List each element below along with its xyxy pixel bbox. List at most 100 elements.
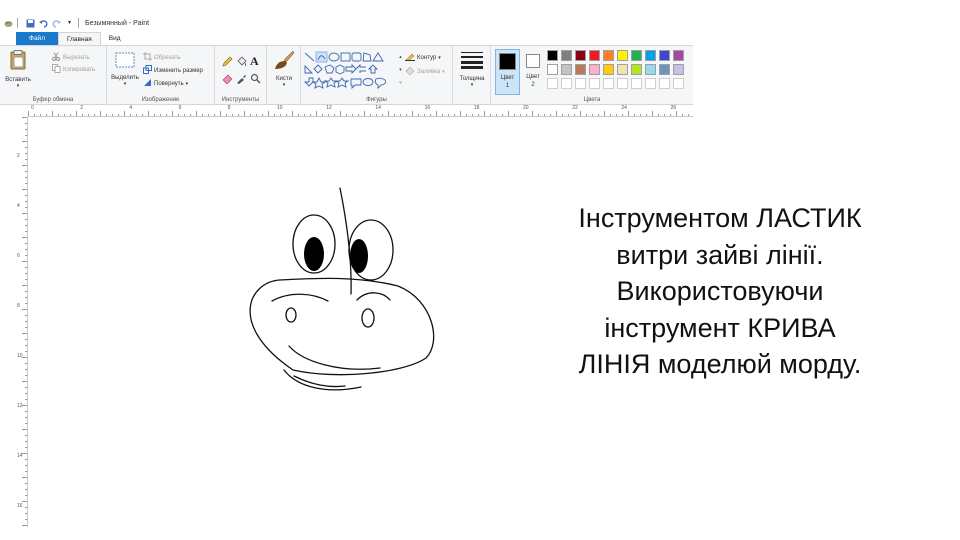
palette-color-swatch[interactable]	[645, 50, 656, 61]
brushes-dropdown-icon[interactable]: ▾	[283, 82, 286, 88]
ruler-tick	[514, 114, 515, 116]
rotate-dropdown-icon[interactable]: ▾	[186, 81, 189, 87]
palette-color-swatch[interactable]	[575, 64, 586, 75]
ruler-tick	[268, 111, 269, 116]
titlebar-separator	[17, 18, 18, 28]
resize-button[interactable]: Изменить размер	[143, 65, 203, 76]
custom-color-slot[interactable]	[617, 78, 628, 89]
right-nostril	[361, 308, 375, 328]
palette-color-swatch[interactable]	[617, 64, 628, 75]
ruler-tick	[334, 114, 335, 116]
cut-button[interactable]: Вырезать	[52, 52, 90, 63]
palette-color-swatch[interactable]	[561, 50, 572, 61]
palette-color-swatch[interactable]	[631, 64, 642, 75]
color-picker-icon[interactable]	[236, 73, 247, 84]
ruler-tick	[502, 114, 503, 116]
fill-dropdown-icon: ▾	[442, 68, 445, 75]
ruler-tick	[22, 381, 27, 382]
ruler-tick	[25, 387, 27, 388]
fill-button[interactable]: Заливка ▾	[405, 66, 445, 77]
ruler-tick	[25, 171, 27, 172]
tab-home[interactable]: Главная	[57, 32, 101, 45]
custom-color-slot[interactable]	[575, 78, 586, 89]
ruler-tick	[190, 114, 191, 116]
palette-color-swatch[interactable]	[673, 64, 684, 75]
palette-color-swatch[interactable]	[603, 50, 614, 61]
rotate-button[interactable]: Повернуть ▾	[143, 78, 188, 89]
outline-button[interactable]: Контур ▾	[405, 52, 441, 63]
ruler-tick-label: 4	[17, 203, 20, 209]
eraser-icon[interactable]	[222, 73, 233, 84]
select-button[interactable]: Выделить ▾	[109, 52, 141, 87]
custom-color-slot[interactable]	[561, 78, 572, 89]
ruler-tick	[25, 411, 27, 412]
caption-line: Інструментом ЛАСТИК	[578, 203, 862, 233]
copy-button[interactable]: Копировать	[52, 64, 95, 75]
ruler-tick	[442, 114, 443, 116]
crop-button[interactable]: Обрезать	[143, 52, 180, 63]
ruler-tick	[34, 114, 35, 116]
palette-color-swatch[interactable]	[659, 64, 670, 75]
brushes-button[interactable]: Кисти ▾	[270, 49, 298, 88]
clipboard-group-label: Буфер обмена	[32, 97, 74, 103]
palette-color-swatch[interactable]	[645, 64, 656, 75]
pencil-icon[interactable]	[222, 56, 233, 67]
size-dropdown-icon[interactable]: ▾	[471, 82, 474, 88]
palette-color-swatch[interactable]	[659, 50, 670, 61]
ruler-tick-label: 16	[424, 105, 431, 111]
size-button[interactable]: Толщина ▾	[456, 51, 488, 88]
ruler-tick	[25, 393, 27, 394]
ruler-tick	[244, 111, 245, 116]
custom-color-slot[interactable]	[645, 78, 656, 89]
ruler-tick	[22, 141, 27, 142]
shapes-scrollbar[interactable]: ▴ ▾ ▿	[398, 51, 403, 91]
palette-color-swatch[interactable]	[547, 50, 558, 61]
color1-swatch	[499, 53, 516, 70]
custom-color-slot[interactable]	[603, 78, 614, 89]
window-title: Безымянный - Paint	[85, 19, 150, 27]
ruler-tick	[25, 129, 27, 130]
ruler-tick	[670, 114, 671, 116]
shapes-gallery[interactable]	[303, 51, 398, 91]
titlebar-separator	[78, 18, 79, 28]
ruler-tick	[25, 483, 27, 484]
palette-color-swatch[interactable]	[617, 50, 628, 61]
color1-label: Цвет 1	[500, 75, 515, 89]
vertical-ruler: 2 4 6 8 10 12 14 16	[15, 117, 28, 527]
custom-color-slot[interactable]	[631, 78, 642, 89]
tab-file[interactable]: Файл	[16, 32, 58, 45]
palette-color-swatch[interactable]	[673, 50, 684, 61]
save-icon[interactable]	[26, 19, 35, 28]
magnifier-icon[interactable]	[250, 73, 261, 84]
ruler-tick	[25, 225, 27, 226]
custom-color-slot[interactable]	[673, 78, 684, 89]
color2-button[interactable]: Цвет 2	[522, 49, 544, 95]
palette-color-swatch[interactable]	[603, 64, 614, 75]
custom-color-slot[interactable]	[659, 78, 670, 89]
customize-toolbar-icon[interactable]: ▾	[65, 19, 74, 28]
palette-color-swatch[interactable]	[547, 64, 558, 75]
custom-color-slot[interactable]	[547, 78, 558, 89]
ruler-tick	[550, 114, 551, 116]
palette-color-swatch[interactable]	[631, 50, 642, 61]
select-dropdown-icon[interactable]: ▾	[124, 81, 127, 87]
custom-color-slot[interactable]	[589, 78, 600, 89]
palette-color-swatch[interactable]	[575, 50, 586, 61]
ruler-tick	[616, 114, 617, 116]
palette-color-swatch[interactable]	[589, 50, 600, 61]
ruler-tick	[25, 447, 27, 448]
color1-button[interactable]: Цвет 1	[495, 49, 520, 95]
ruler-tick	[562, 114, 563, 116]
fill-bucket-icon[interactable]	[236, 56, 247, 67]
redo-icon[interactable]	[52, 19, 61, 28]
undo-icon[interactable]	[39, 19, 48, 28]
ruler-tick	[184, 114, 185, 116]
palette-color-swatch[interactable]	[561, 64, 572, 75]
palette-color-swatch[interactable]	[589, 64, 600, 75]
paste-dropdown-icon[interactable]: ▾	[17, 83, 20, 89]
paste-button[interactable]: Вставить ▾	[4, 50, 32, 89]
text-tool-icon[interactable]: A	[250, 54, 259, 69]
ruler-tick	[22, 405, 27, 406]
instruction-caption: Інструментом ЛАСТИК витри зайві лінії. В…	[530, 200, 910, 383]
tab-view[interactable]: Вид	[101, 32, 129, 45]
